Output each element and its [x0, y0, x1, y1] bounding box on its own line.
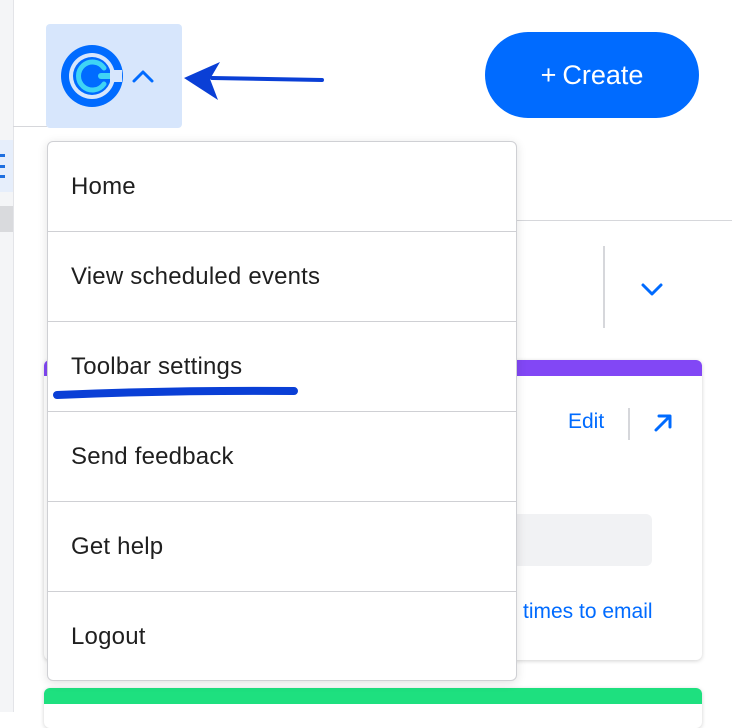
event-type-card-2 [44, 688, 702, 728]
calendly-logo-icon [61, 45, 123, 107]
logo-menu-toggle[interactable] [46, 24, 182, 128]
card-action-divider [628, 408, 630, 440]
menu-item-label: Toolbar settings [71, 352, 243, 380]
times-to-email-link[interactable]: times to email [523, 600, 653, 624]
menu-item-label: Get help [71, 532, 164, 560]
annotation-arrow [184, 62, 324, 100]
menu-item-logout[interactable]: Logout [48, 592, 516, 682]
toolbar-divider [603, 246, 605, 328]
logo-dropdown-menu: Home View scheduled events Toolbar setti… [47, 141, 517, 681]
header-divider [13, 126, 47, 127]
chevron-up-icon [132, 70, 154, 83]
external-link-icon[interactable] [652, 412, 674, 434]
event-card-2-color-bar [44, 688, 702, 704]
menu-item-label: View scheduled events [71, 262, 321, 290]
menu-item-send-feedback[interactable]: Send feedback [48, 412, 516, 502]
menu-item-home[interactable]: Home [48, 142, 516, 232]
chevron-down-icon[interactable] [638, 278, 666, 300]
card-link-field [512, 514, 652, 566]
annotation-underline [53, 386, 298, 399]
menu-item-label: Home [71, 172, 136, 200]
edit-link[interactable]: Edit [568, 410, 604, 434]
create-button-label: Create [562, 59, 644, 90]
list-icon [0, 154, 5, 178]
sidebar-edge-shadow [0, 206, 13, 232]
header-divider-main [516, 220, 732, 221]
plus-icon: + [540, 59, 557, 90]
menu-item-label: Logout [71, 623, 146, 650]
create-button[interactable]: + Create [485, 32, 699, 118]
menu-item-view-scheduled-events[interactable]: View scheduled events [48, 232, 516, 322]
menu-item-label: Send feedback [71, 442, 234, 470]
menu-item-get-help[interactable]: Get help [48, 502, 516, 592]
left-sidebar-edge [0, 0, 14, 712]
